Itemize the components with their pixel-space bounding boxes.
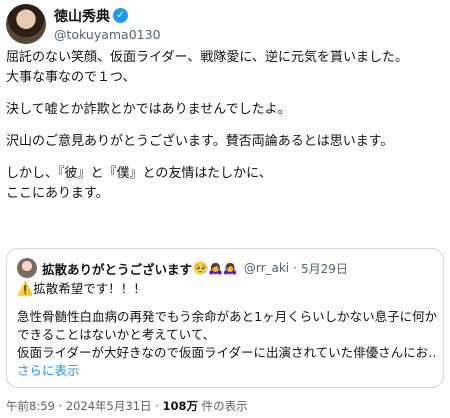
warning-icon: ⚠️ [17,282,34,297]
quoted-tweet-header: 拡散ありがとうございます 🥺🙇‍♀️🙇‍♀️ @rr_aki · 5月29日 [17,258,348,278]
avatar[interactable] [6,4,46,44]
tweet-line: しかし、『彼』と『僕』との友情はたしかに、 [6,166,272,181]
verified-badge-icon: ✓ [113,8,128,23]
views-label: 件の表示 [198,399,248,413]
views-count[interactable]: 108万 [162,399,198,413]
tweet-header: 徳山秀典 ✓ @tokuyama0130 [6,4,161,44]
quoted-display-name: 拡散ありがとうございます [42,261,193,277]
tweet-line: 決して嘘とか詐欺とかではありませんでしたよ。 [6,102,291,117]
handle[interactable]: @tokuyama0130 [54,27,161,42]
quoted-line: 急性骨髄性白血病の再発でもう余命があと1ヶ月くらいしかない息子に何か [17,309,437,324]
tweet-line: 沢山のご意見ありがとうございます。賛否両論あるとは思います。 [6,134,394,149]
quoted-date: 5月29日 [300,261,348,276]
tweet-text: 屈託のない笑顔、仮面ライダー、戦隊愛に、逆に元気を貰いました。 大事な事なので１… [6,48,446,204]
tweet-line: 屈託のない笑顔、仮面ライダー、戦隊愛に、逆に元気を貰いました。 [6,50,408,65]
quoted-line: できることはないかと考えていて、 [17,327,216,342]
tweet-card: 徳山秀典 ✓ @tokuyama0130 屈託のない笑顔、仮面ライダー、戦隊愛に… [0,0,450,418]
quoted-line: 拡散希望です！！！ [33,281,146,296]
quoted-first-line: ⚠️拡散希望です！！！ [17,280,437,299]
timestamp[interactable]: 午前8:59 · 2024年5月31日 · [6,399,162,413]
quoted-avatar [17,258,37,278]
name-row: 徳山秀典 ✓ [54,7,161,25]
quoted-tweet-text: ⚠️拡散希望です！！！ 急性骨髄性白血病の再発でもう余命があと1ヶ月くらいしかな… [17,280,437,380]
author-names: 徳山秀典 ✓ @tokuyama0130 [54,7,161,42]
quoted-tweet[interactable]: 拡散ありがとうございます 🥺🙇‍♀️🙇‍♀️ @rr_aki · 5月29日 ⚠… [6,248,444,388]
quoted-separator: · [293,261,297,275]
tweet-line: ここにあります。 [6,186,109,201]
quoted-handle: @rr_aki [243,261,290,275]
display-name[interactable]: 徳山秀典 [54,6,110,26]
quoted-name-emojis: 🥺🙇‍♀️🙇‍♀️ [193,261,238,275]
tweet-footer: 午前8:59 · 2024年5月31日 · 108万 件の表示 [6,398,248,414]
tweet-line: 大事な事なので１つ、 [6,70,136,85]
quoted-line: 仮面ライダーが大好きなので仮面ライダーに出演されていた俳優さんにお… [17,345,437,360]
show-more-link[interactable]: さらに表示 [17,362,437,380]
